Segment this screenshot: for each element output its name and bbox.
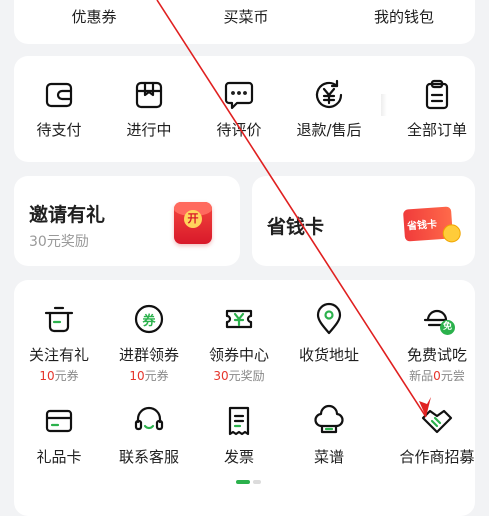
service-invoice-label: 发票 (223, 448, 254, 466)
yen-ticket-icon (222, 302, 256, 336)
handshake-icon (420, 404, 454, 438)
service-customer-support-label: 联系客服 (118, 448, 179, 466)
headset-icon (132, 404, 166, 438)
service-address-label: 收货地址 (298, 346, 359, 364)
package-icon (132, 78, 166, 112)
coin-link[interactable]: 买菜币 (206, 6, 286, 27)
page-dot (253, 480, 261, 484)
orders-card: 待支付 进行中 待评价 退款/售后 全部订单 (14, 56, 475, 162)
page-indicator (236, 480, 264, 484)
order-refund-label: 退款/售后 (296, 121, 362, 139)
order-all-label: 全部订单 (406, 121, 467, 139)
savings-card-icon: 省钱卡 (402, 206, 462, 243)
clipboard-icon (420, 78, 454, 112)
service-coupon-center-label: 领券中心 (208, 346, 269, 364)
service-free-trial-label: 免费试吃 (406, 346, 467, 364)
service-partner-recruit-label: 合作商招募 (399, 448, 475, 466)
savings-title: 省钱卡 (267, 216, 325, 238)
invite-subtitle: 30元奖励 (29, 234, 89, 250)
service-join-group-sub: 10元券 (129, 369, 169, 383)
invite-card[interactable]: 邀请有礼 30元奖励 开 (14, 176, 240, 266)
location-pin-icon (312, 302, 346, 336)
chef-hat-icon (312, 404, 346, 438)
services-card: 关注有礼 10元券 券 进群领券 10元券 领券中心 30元奖励 收货地址 免 … (14, 280, 475, 516)
service-recipes-label: 菜谱 (313, 448, 344, 466)
service-follow-gift-label: 关注有礼 (28, 346, 89, 364)
comment-icon (222, 78, 256, 112)
my-wallet-link[interactable]: 我的钱包 (356, 6, 452, 27)
free-dish-icon: 免 (420, 302, 455, 336)
savings-card[interactable]: 省钱卡 省钱卡 (252, 176, 475, 266)
coupon-link[interactable]: 优惠券 (54, 6, 134, 27)
savings-card-badge: 省钱卡 (406, 219, 438, 233)
invoice-icon (222, 404, 256, 438)
service-join-group-label: 进群领券 (118, 346, 179, 364)
wallet-card: 优惠券 买菜币 我的钱包 (14, 0, 475, 44)
pot-icon (42, 302, 76, 336)
invite-title: 邀请有礼 (29, 204, 106, 226)
envelope-open-badge: 开 (184, 210, 202, 228)
page-dot-active (236, 480, 250, 484)
orders-scroll-divider (381, 94, 387, 116)
red-envelope-icon: 开 (174, 202, 212, 244)
service-free-trial-sub: 新品0元尝 (409, 369, 465, 383)
order-in-progress-label: 进行中 (126, 121, 172, 139)
refund-icon (312, 78, 346, 112)
coin-icon (442, 223, 462, 243)
service-follow-gift-sub: 10元券 (39, 369, 79, 383)
service-coupon-center-sub: 30元奖励 (213, 369, 265, 383)
order-to-review-label: 待评价 (216, 121, 262, 139)
service-gift-card-label: 礼品卡 (36, 448, 82, 466)
gift-card-icon (42, 404, 76, 438)
coupon-circle-icon: 券 (132, 302, 166, 336)
wallet-icon (42, 78, 76, 112)
order-pending-payment-label: 待支付 (36, 121, 82, 139)
